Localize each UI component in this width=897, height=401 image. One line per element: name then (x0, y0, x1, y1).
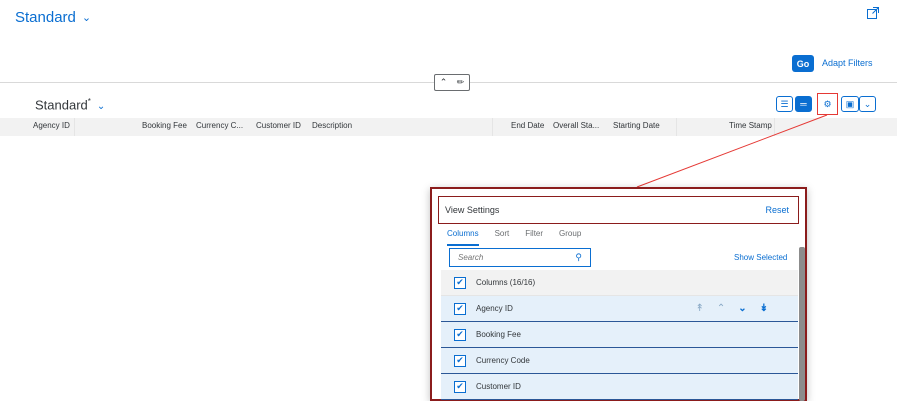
list-item[interactable]: ✔ Agency ID ↟ ⌃ ⌄ ↡ (441, 296, 798, 322)
adapt-filters-button[interactable]: Adapt Filters (822, 58, 873, 68)
share-icon[interactable] (866, 6, 880, 20)
dialog-header: View Settings Reset (438, 196, 799, 224)
list-item-label: Currency Code (476, 356, 530, 365)
view-settings-dialog: View Settings Reset Columns Sort Filter … (430, 187, 807, 401)
column-checkbox[interactable]: ✔ (454, 302, 466, 315)
column-header-starting-date[interactable]: Starting Date (613, 121, 660, 130)
show-selected-button[interactable]: Show Selected (734, 253, 787, 262)
table-variant-selector[interactable]: Standard* ⌄ (35, 97, 105, 112)
variant-title: Standard (15, 9, 76, 26)
column-list: ✔ Columns (16/16) ✔ Agency ID ↟ ⌃ ⌄ ↡ ✔ … (441, 270, 798, 400)
column-header-booking-fee[interactable]: Booking Fee (142, 121, 187, 130)
header-collapse-controls: ⌃ ✏ (434, 74, 470, 91)
search-icon[interactable]: ⚲ (575, 252, 582, 263)
column-checkbox[interactable]: ✔ (454, 354, 466, 367)
column-header-agency-id[interactable]: Agency ID (33, 121, 70, 130)
column-header-time-stamp[interactable]: Time Stamp (729, 121, 772, 130)
select-all-checkbox[interactable]: ✔ (454, 276, 466, 289)
search-input[interactable] (458, 253, 558, 262)
column-header-overall-status[interactable]: Overall Sta... (553, 121, 599, 130)
show-details-icon[interactable]: ☰ (776, 96, 793, 112)
move-to-bottom-icon[interactable]: ↡ (760, 303, 768, 314)
list-item[interactable]: ✔ Currency Code (441, 348, 798, 374)
column-separator (74, 118, 75, 136)
list-item[interactable]: ✔ Customer ID (441, 374, 798, 400)
variant-selector[interactable]: Standard ⌄ (15, 9, 91, 26)
tab-filter[interactable]: Filter (525, 229, 543, 246)
list-item[interactable]: ✔ Booking Fee (441, 322, 798, 348)
hide-details-icon[interactable]: ═ (795, 96, 812, 112)
list-item-label: Agency ID (476, 304, 513, 313)
pin-icon[interactable]: ✏ (457, 77, 465, 88)
tab-sort[interactable]: Sort (495, 229, 510, 246)
list-item-label: Customer ID (476, 382, 521, 391)
chevron-up-icon[interactable]: ⌃ (440, 77, 448, 88)
filter-bar (0, 0, 897, 84)
column-checkbox[interactable]: ✔ (454, 380, 466, 393)
column-header-currency-code[interactable]: Currency C... (196, 121, 243, 130)
select-all-label: Columns (16/16) (476, 278, 536, 287)
settings-highlight (817, 93, 838, 115)
column-header-customer-id[interactable]: Customer ID (256, 121, 301, 130)
reset-button[interactable]: Reset (765, 205, 789, 215)
column-separator (492, 118, 493, 136)
chevron-down-icon: ⌄ (96, 101, 106, 113)
table-column-header: Agency ID Booking Fee Currency C... Cust… (0, 118, 897, 136)
table-title: Standard* (35, 97, 91, 113)
column-separator (774, 118, 775, 136)
column-separator (676, 118, 677, 136)
tab-columns[interactable]: Columns (447, 229, 479, 246)
dialog-title: View Settings (445, 205, 500, 215)
move-down-icon[interactable]: ⌄ (738, 303, 746, 314)
dialog-tabs: Columns Sort Filter Group (447, 229, 581, 246)
column-header-description[interactable]: Description (312, 121, 352, 130)
select-all-row[interactable]: ✔ Columns (16/16) (441, 270, 798, 296)
dropdown-icon[interactable]: ⌄ (859, 96, 876, 112)
export-icon[interactable]: ▣ (841, 96, 859, 112)
list-item-label: Booking Fee (476, 330, 521, 339)
tab-group[interactable]: Group (559, 229, 581, 246)
move-to-top-icon[interactable]: ↟ (695, 303, 703, 314)
chevron-down-icon: ⌄ (81, 12, 92, 24)
scrollbar[interactable] (799, 247, 805, 401)
column-header-end-date[interactable]: End Date (511, 121, 544, 130)
column-checkbox[interactable]: ✔ (454, 328, 466, 341)
reorder-controls: ↟ ⌃ ⌄ ↡ (695, 303, 768, 314)
search-field: ⚲ (449, 248, 591, 267)
go-button[interactable]: Go (792, 55, 814, 72)
move-up-icon[interactable]: ⌃ (717, 303, 725, 314)
